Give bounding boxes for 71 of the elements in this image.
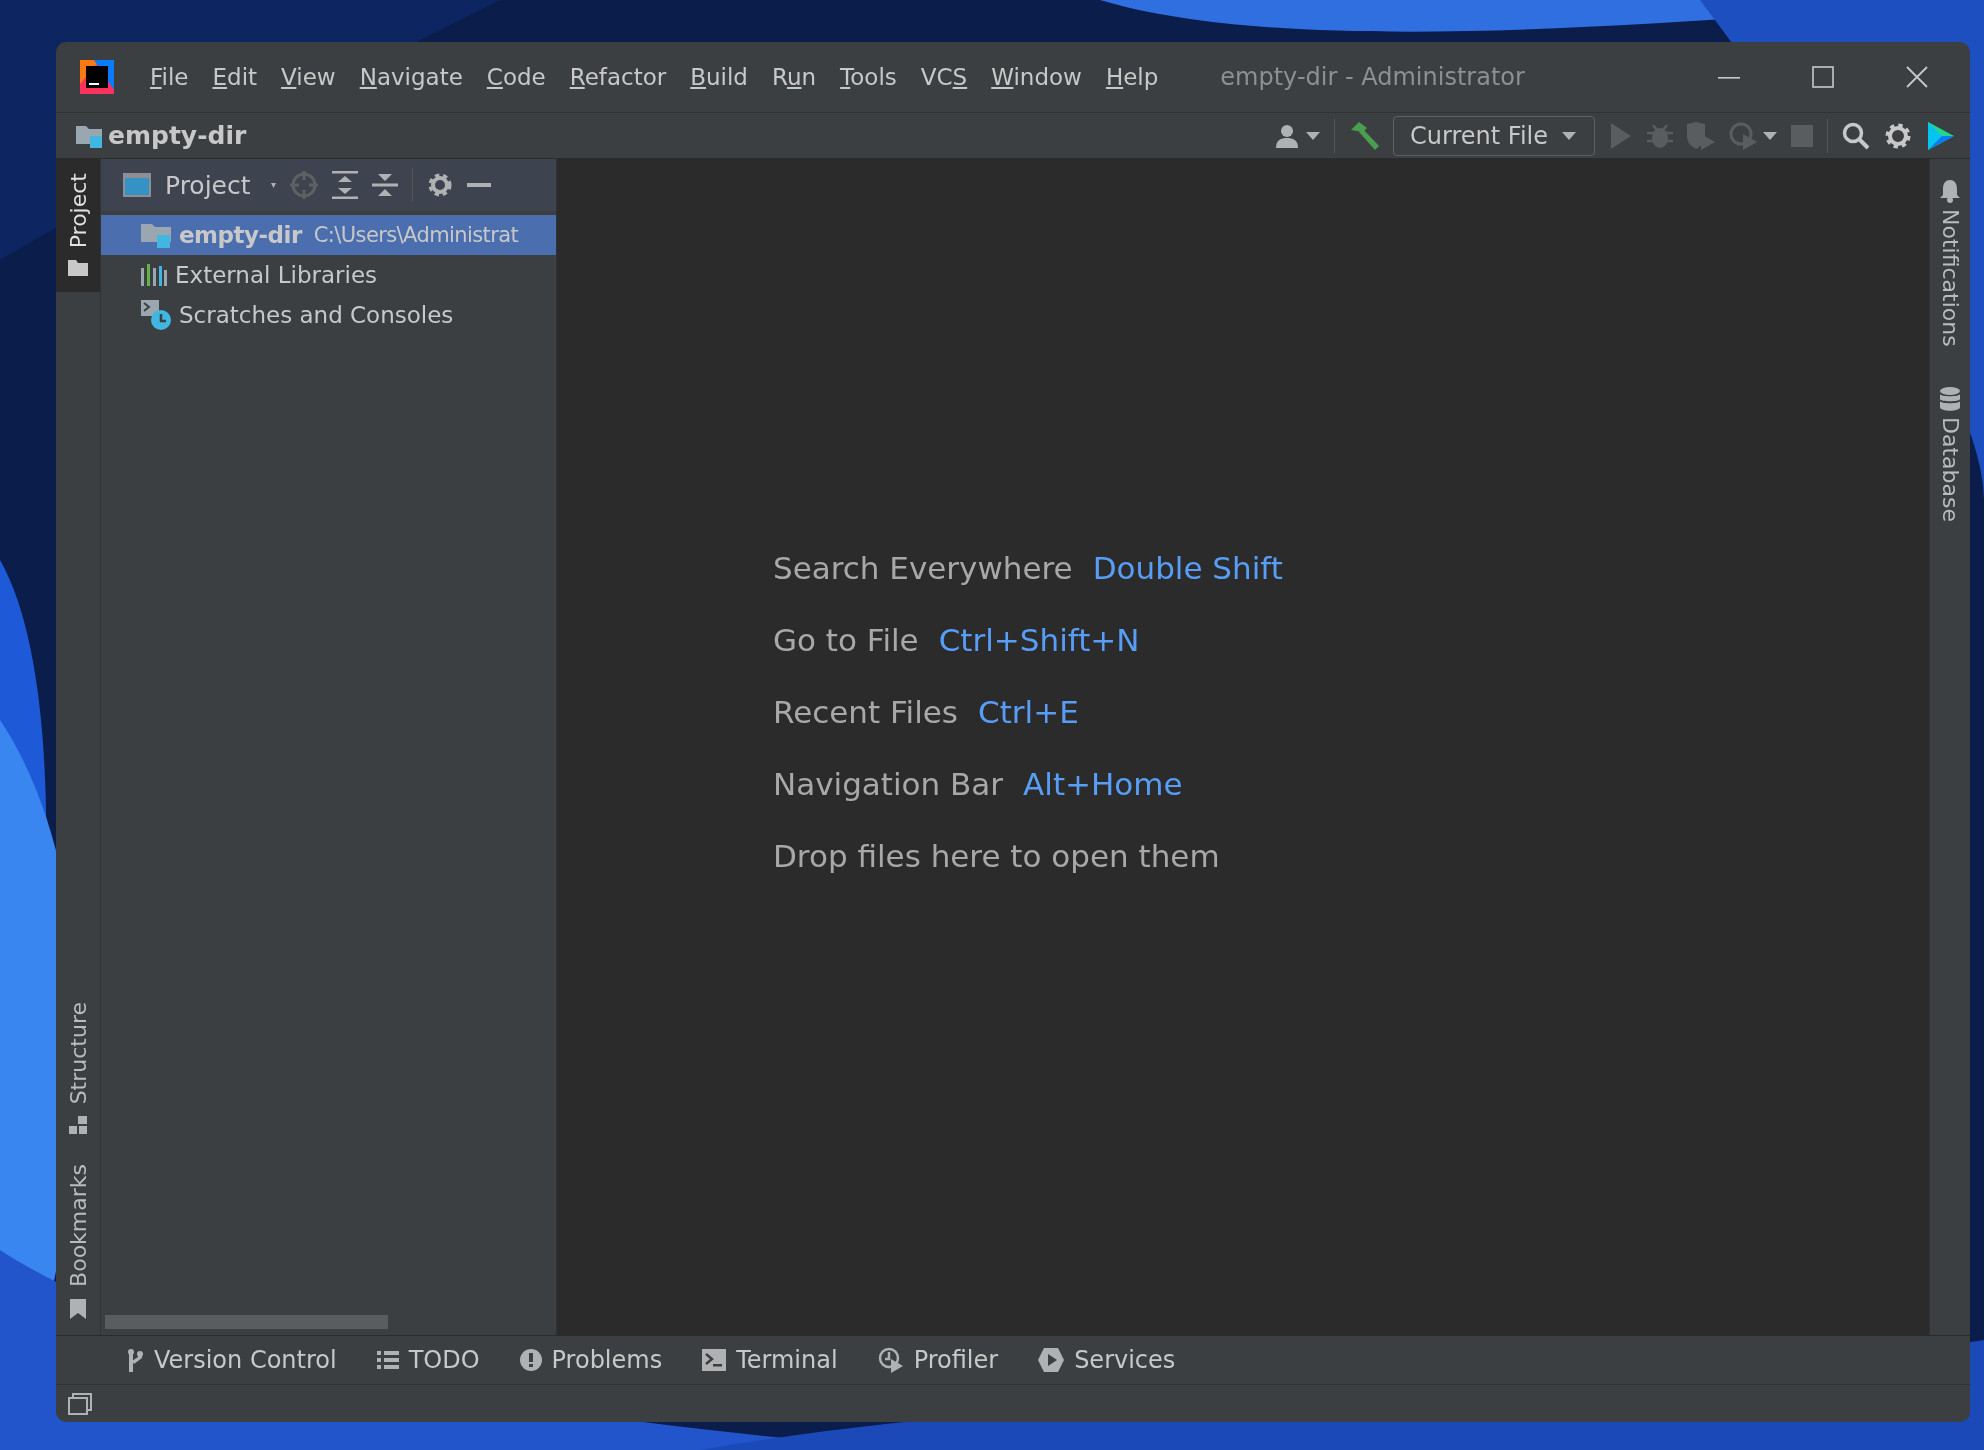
run-configuration-dropdown[interactable]: Current File [1393,115,1595,156]
exclamation-icon [519,1349,542,1371]
panel-title[interactable]: Project [165,170,251,200]
close-icon[interactable] [1905,65,1929,89]
clock-play-icon [877,1347,904,1373]
tool-window-tab[interactable]: Services [1038,1346,1176,1374]
tool-window-tab[interactable]: Project [56,159,100,293]
hint-text: Drop files here to open them [773,838,1220,874]
settings-icon[interactable] [426,172,453,198]
collapse-all-icon[interactable] [371,171,398,199]
shortcut-text: Double Shift [1092,550,1283,586]
scratch-clock-icon [141,300,171,330]
tool-window-tab[interactable]: Profiler [877,1346,999,1374]
shortcut-text: Ctrl+Shift+N [938,622,1140,658]
shortcut-text: Ctrl+E [978,694,1079,730]
panel-toggle-icon[interactable] [68,1392,92,1415]
tool-window-tab[interactable]: Bookmarks [56,1150,100,1335]
expand-all-icon[interactable] [331,171,358,199]
scrollbar-thumb[interactable] [105,1315,388,1329]
bookmark-icon [70,1299,86,1319]
window-title: empty-dir - Administrator [1220,63,1526,91]
shortcut-text: Alt+Home [1023,766,1183,802]
caret-icon [1562,131,1576,140]
structure-icon [69,1116,87,1135]
menu-item[interactable]: Tools [828,58,909,96]
menu-item[interactable]: Help [1093,58,1171,96]
menu-item[interactable]: File [138,58,201,96]
menu-item[interactable]: VCS [908,58,980,96]
bell-icon [1940,179,1960,203]
folder-icon [76,123,102,148]
hint-text: Go to File [773,622,919,658]
list-icon [376,1351,399,1369]
menu-item[interactable]: View [269,58,348,96]
menu-item[interactable]: Navigate [347,58,475,96]
hexagon-play-icon [1038,1348,1065,1372]
app-logo-icon [80,60,114,94]
window-icon [123,173,151,197]
caret-icon[interactable] [1306,131,1321,140]
settings-icon[interactable] [1884,121,1912,150]
terminal-icon [702,1349,727,1371]
menu-item[interactable]: Refactor [557,58,679,96]
database-icon [1939,386,1961,411]
library-bars-icon [141,264,167,286]
branch-icon [126,1348,144,1372]
tool-window-tab[interactable]: Version Control [126,1346,337,1374]
hint-text: Navigation Bar [773,766,1004,802]
caret-icon[interactable] [1763,131,1777,140]
folder-icon [141,222,171,248]
maximize-icon[interactable] [1811,65,1835,89]
breadcrumb[interactable]: empty-dir [108,121,247,150]
hint-text: Search Everywhere [773,550,1073,586]
menu-item[interactable]: Window [979,58,1094,96]
tool-window-tab[interactable]: Notifications [1937,179,1963,347]
tool-window-tab[interactable]: Structure [56,987,100,1151]
tool-window-tab[interactable]: Problems [519,1346,663,1374]
path-label: C:\Users\Administrat [313,223,519,247]
menu-item[interactable]: Build [678,58,760,96]
search-icon[interactable] [1842,121,1870,150]
tool-window-tab[interactable]: Database [1937,386,1963,522]
hint-text: Recent Files [773,694,959,730]
caret-icon[interactable] [270,182,276,188]
tree-item[interactable]: Scratches and Consoles [101,295,556,335]
menu-item[interactable]: Code [474,58,558,96]
tool-window-tab[interactable]: TODO [376,1346,480,1374]
menu-item[interactable]: Run [760,58,829,96]
minimize-icon[interactable] [466,183,491,187]
menu-item[interactable]: Edit [200,58,270,96]
play-logo-icon[interactable] [1926,121,1954,150]
tool-window-tab[interactable]: Terminal [702,1346,838,1374]
hammer-icon[interactable] [1349,121,1380,150]
tree-item[interactable]: External Libraries [101,255,556,295]
